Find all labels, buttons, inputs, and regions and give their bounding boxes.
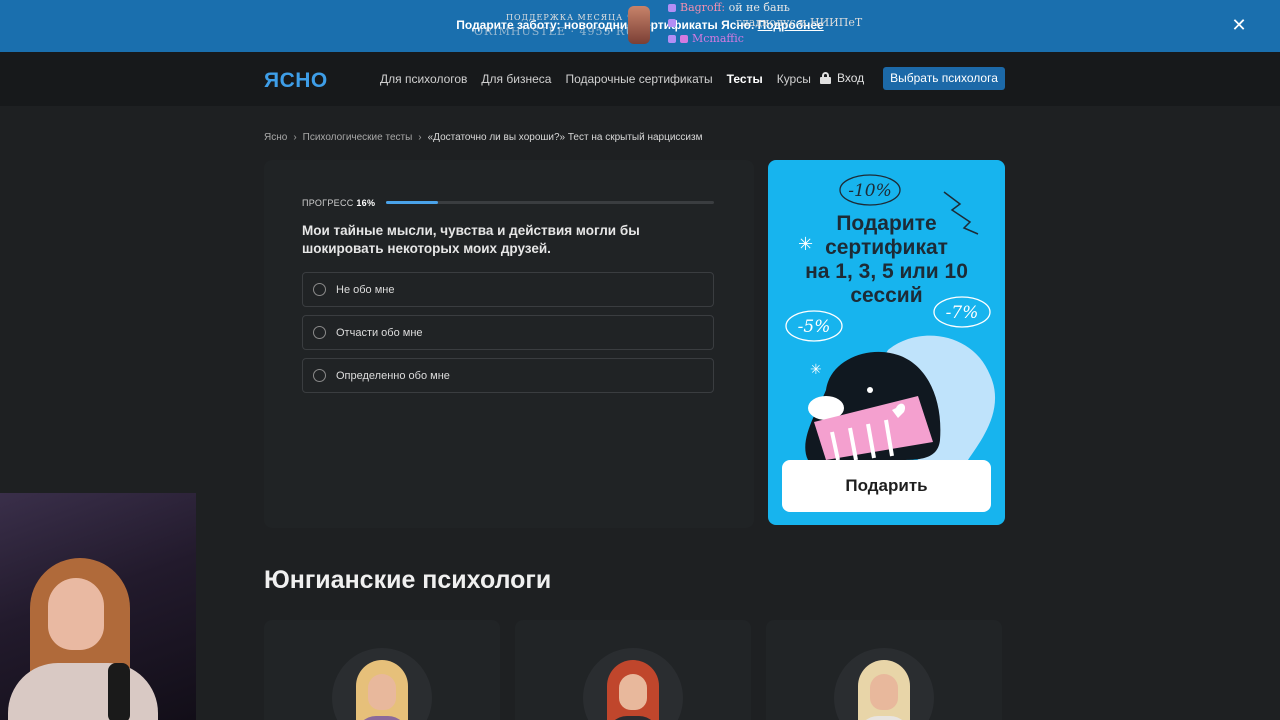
chat-badge-icon xyxy=(668,35,676,43)
chevron-right-icon: › xyxy=(418,132,422,143)
psychologist-card[interactable] xyxy=(766,620,1002,720)
sparkle-icon: ✳ xyxy=(810,361,822,377)
psychologist-card[interactable] xyxy=(515,620,751,720)
progress-label: ПРОГРЕСС 16% xyxy=(302,198,375,208)
breadcrumb-current: «Достаточно ли вы хороши?» Тест на скрыт… xyxy=(427,132,703,143)
breadcrumb: Ясно › Психологические тесты › «Достаточ… xyxy=(264,132,702,143)
promo-title-line: на 1, 3, 5 или 10 xyxy=(805,260,968,283)
nav-item-business[interactable]: Для бизнеса xyxy=(481,72,551,86)
radio-button[interactable] xyxy=(313,326,326,339)
discount-label: -10% xyxy=(848,181,892,201)
progress-title: ПРОГРЕСС xyxy=(302,198,354,208)
chat-nick: Mcmaffic xyxy=(692,32,744,45)
promo-title: Подарите сертификат на 1, 3, 5 или 10 се… xyxy=(768,212,1005,308)
chat-badge-icon xyxy=(680,35,688,43)
chat-message: Mcmaffic xyxy=(668,32,744,45)
chat-message: гладиолус и НИИПеТ xyxy=(668,16,862,29)
login-link[interactable]: Вход xyxy=(820,71,864,85)
chat-message: Bagroff: ой не бань xyxy=(668,1,790,14)
progress-fill xyxy=(386,201,439,204)
logo[interactable]: ЯСНО xyxy=(264,69,328,93)
promo-title-line: Подарите xyxy=(836,212,937,235)
answer-label: Отчасти обо мне xyxy=(336,326,423,339)
nav-item-tests[interactable]: Тесты xyxy=(727,72,763,86)
breadcrumb-home[interactable]: Ясно xyxy=(264,132,287,143)
gift-button[interactable]: Подарить xyxy=(782,460,991,512)
radio-button[interactable] xyxy=(313,369,326,382)
chat-nick: Bagroff: xyxy=(680,1,726,14)
progress-value: 16% xyxy=(356,198,376,208)
test-card: ПРОГРЕСС 16% Мои тайные мысли, чувства и… xyxy=(264,160,754,528)
webcam-feed xyxy=(0,493,196,720)
gift-certificate-promo: -10% -5% -7% ✳ ✳ Подарите сертификат на … xyxy=(768,160,1005,525)
breadcrumb-tests[interactable]: Психологические тесты xyxy=(303,132,413,143)
support-avatar xyxy=(628,6,650,44)
avatar xyxy=(356,660,408,720)
promo-title-line: сертификат xyxy=(825,236,948,259)
main-nav: Для психологов Для бизнеса Подарочные се… xyxy=(380,72,811,86)
choose-psychologist-button[interactable]: Выбрать психолога xyxy=(883,67,1005,90)
nav-item-courses[interactable]: Курсы xyxy=(777,72,811,86)
psychologist-card[interactable] xyxy=(264,620,500,720)
discount-label: -5% xyxy=(798,317,831,337)
promo-title-line: сессий xyxy=(850,284,923,307)
answer-label: Определенно обо мне xyxy=(336,369,450,382)
site-header: ЯСНО Для психологов Для бизнеса Подарочн… xyxy=(0,52,1280,106)
chevron-right-icon: › xyxy=(293,132,297,143)
support-amount: ORIMHUSTLE · 4955 RUB xyxy=(474,25,645,38)
chat-badge-icon xyxy=(668,4,676,12)
nav-item-gift-certificates[interactable]: Подарочные сертификаты xyxy=(565,72,712,86)
avatar xyxy=(607,660,659,720)
progress-bar xyxy=(386,201,714,204)
microphone-icon xyxy=(108,663,130,720)
chat-text: ой не бань xyxy=(728,1,790,14)
answer-option[interactable]: Отчасти обо мне xyxy=(302,315,714,350)
lock-icon xyxy=(820,72,831,84)
answer-option[interactable]: Определенно обо мне xyxy=(302,358,714,393)
nav-item-psychologists[interactable]: Для психологов xyxy=(380,72,467,86)
stream-overlay: ПОДДЕРЖКА МЕСЯЦА ♡ ORIMHUSTLE · 4955 RUB… xyxy=(470,0,910,50)
chat-badge-icon xyxy=(668,19,676,27)
radio-button[interactable] xyxy=(313,283,326,296)
close-icon[interactable]: ✕ xyxy=(1228,14,1250,36)
login-label: Вход xyxy=(837,71,865,85)
answer-option[interactable]: Не обо мне xyxy=(302,272,714,307)
top-banner: Подарите заботу: новогодние сертификаты … xyxy=(0,0,1280,52)
question-text: Мои тайные мысли, чувства и действия мог… xyxy=(302,223,640,256)
support-title: ПОДДЕРЖКА МЕСЯЦА ♡ xyxy=(506,13,635,22)
answer-label: Не обо мне xyxy=(336,283,395,296)
horse-eye xyxy=(867,387,873,393)
avatar xyxy=(858,660,910,720)
section-title: Юнгианские психологи xyxy=(264,566,552,594)
chat-text: гладиолус и НИИПеТ xyxy=(736,16,863,29)
